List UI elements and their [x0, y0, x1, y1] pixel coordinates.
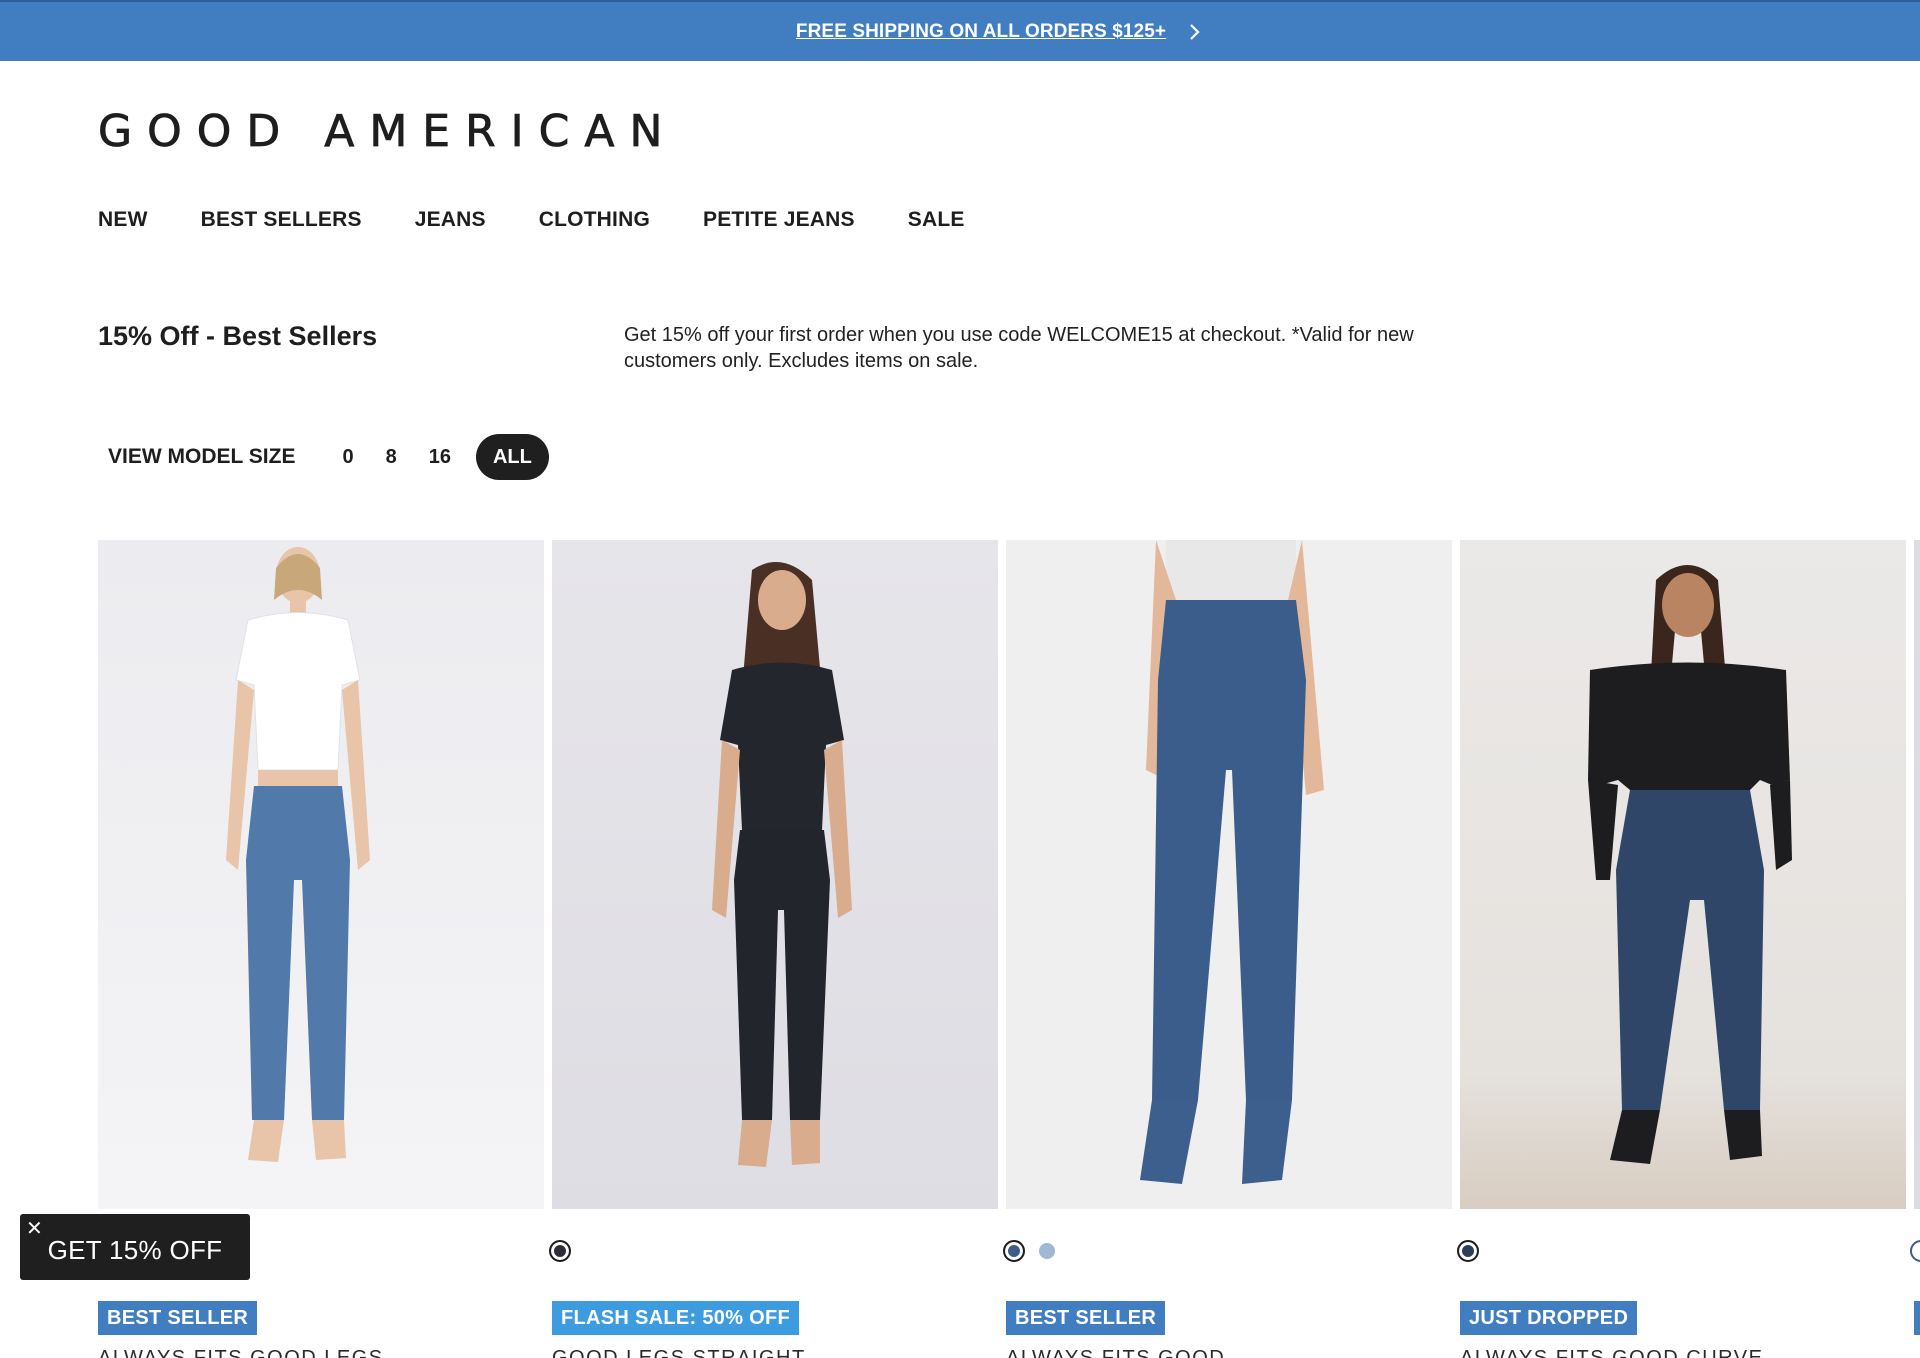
product-image[interactable] [1914, 540, 1920, 1209]
nav-item-sale[interactable]: SALE [908, 208, 965, 232]
product-image[interactable] [98, 540, 544, 1209]
color-swatches [1457, 1240, 1479, 1262]
color-swatches [1003, 1240, 1055, 1262]
discount-popup[interactable]: ✕ GET 15% OFF [20, 1214, 250, 1280]
free-shipping-link[interactable]: FREE SHIPPING ON ALL ORDERS $125+ [796, 21, 1166, 43]
nav-item-new[interactable]: NEW [98, 208, 148, 232]
product-card[interactable] [552, 540, 998, 1209]
size-option-8[interactable]: 8 [373, 434, 410, 480]
size-option-all[interactable]: ALL [475, 434, 549, 480]
product-badge [1914, 1301, 1920, 1335]
size-option-0[interactable]: 0 [329, 434, 366, 480]
color-swatch[interactable] [549, 1240, 571, 1262]
nav-item-best-sellers[interactable]: BEST SELLERS [201, 208, 362, 232]
color-swatches [549, 1240, 571, 1262]
product-name[interactable]: ALWAYS FITS GOOD LEGS [98, 1343, 384, 1358]
product-name[interactable]: ALWAYS FITS GOOD [1006, 1343, 1225, 1358]
product-card[interactable] [98, 540, 544, 1209]
nav-item-clothing[interactable]: CLOTHING [539, 208, 650, 232]
color-swatch[interactable] [1039, 1243, 1055, 1259]
model-size-label: VIEW MODEL SIZE [108, 445, 296, 468]
product-image[interactable] [1006, 540, 1452, 1209]
product-badge: FLASH SALE: 50% OFF [552, 1301, 800, 1335]
page-title: 15% Off - Best Sellers [98, 321, 378, 351]
promo-description: Get 15% off your first order when you us… [624, 324, 1414, 372]
discount-popup-label[interactable]: GET 15% OFF [48, 1235, 223, 1266]
model-size-filter: VIEW MODEL SIZE 0 8 16 ALL [108, 434, 555, 480]
nav-item-jeans[interactable]: JEANS [415, 208, 486, 232]
chevron-right-icon[interactable] [1184, 22, 1204, 42]
product-card[interactable] [1460, 540, 1906, 1209]
product-card[interactable] [1006, 540, 1452, 1209]
promo-banner: FREE SHIPPING ON ALL ORDERS $125+ [0, 0, 1920, 61]
product-badge: JUST DROPPED [1460, 1301, 1638, 1335]
size-option-16[interactable]: 16 [416, 434, 464, 480]
product-name[interactable]: ALWAYS FITS GOOD CURVE [1460, 1343, 1763, 1358]
nav-item-petite-jeans[interactable]: PETITE JEANS [703, 208, 855, 232]
color-swatch[interactable] [1910, 1240, 1920, 1262]
product-image[interactable] [552, 540, 998, 1209]
color-swatch[interactable] [1457, 1240, 1479, 1262]
color-swatch[interactable] [1003, 1240, 1025, 1262]
product-badge: BEST SELLER [1006, 1301, 1166, 1335]
brand-logo[interactable]: GOOD AMERICAN [98, 106, 677, 158]
close-icon[interactable]: ✕ [26, 1216, 43, 1241]
product-name[interactable]: GOOD LEGS STRAIGHT [552, 1343, 806, 1358]
product-badge: BEST SELLER [98, 1301, 258, 1335]
main-navigation: NEW BEST SELLERS JEANS CLOTHING PETITE J… [98, 208, 965, 232]
color-swatches [1910, 1240, 1920, 1262]
product-image[interactable] [1460, 540, 1906, 1209]
